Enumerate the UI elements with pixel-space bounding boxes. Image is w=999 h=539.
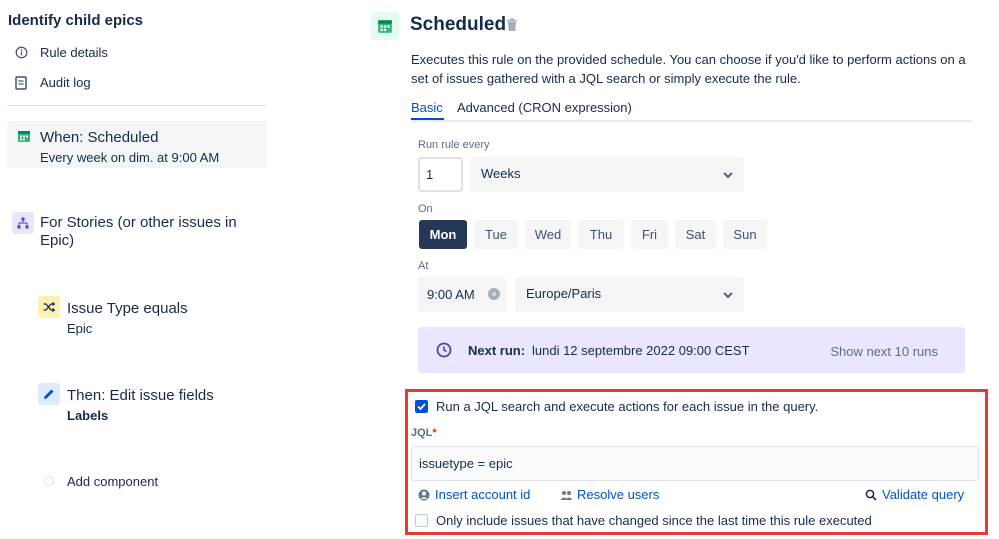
search-icon xyxy=(865,489,877,501)
timezone-select[interactable]: Europe/Paris xyxy=(515,277,744,312)
hierarchy-icon xyxy=(12,212,34,234)
validate-query-label: Validate query xyxy=(882,487,965,502)
timezone-value: Europe/Paris xyxy=(526,286,602,301)
day-sat[interactable]: Sat xyxy=(675,220,716,249)
jql-input[interactable]: issuetype = epic xyxy=(411,446,979,481)
validate-query-button[interactable]: Validate query xyxy=(865,487,964,502)
at-label: At xyxy=(418,260,429,272)
run-jql-checkbox[interactable] xyxy=(415,400,428,413)
calendar-icon xyxy=(17,129,33,145)
condition-title: Issue Type equals xyxy=(67,300,188,317)
pencil-icon xyxy=(38,383,60,405)
tab-basic[interactable]: Basic xyxy=(411,100,443,115)
branch-title-line2: Epic) xyxy=(40,232,75,249)
action-subtitle: Labels xyxy=(67,408,109,423)
nav-rule-details[interactable]: Rule details xyxy=(14,45,108,60)
insert-account-id-label: Insert account id xyxy=(435,487,531,502)
only-changed-label: Only include issues that have changed si… xyxy=(436,513,872,528)
next-run-panel: Next run: lundi 12 septembre 2022 09:00 … xyxy=(418,327,965,373)
action-title: Then: Edit issue fields xyxy=(67,387,214,404)
trash-icon[interactable] xyxy=(506,18,520,34)
next-run-value: lundi 12 septembre 2022 09:00 CEST xyxy=(532,343,750,358)
only-changed-checkbox[interactable] xyxy=(415,514,428,527)
interval-unit-value: Weeks xyxy=(481,166,521,181)
required-marker: * xyxy=(432,427,437,439)
day-tue[interactable]: Tue xyxy=(474,220,518,249)
info-icon xyxy=(14,46,28,60)
trigger-component[interactable]: When: Scheduled Every week on dim. at 9:… xyxy=(7,121,267,168)
chevron-down-icon xyxy=(722,289,734,301)
rule-title: Identify child epics xyxy=(8,12,144,29)
next-run-label: Next run: xyxy=(468,343,526,358)
time-value: 9:00 AM xyxy=(427,287,475,302)
branch-component[interactable]: For Stories (or other issues in Epic) xyxy=(0,205,275,255)
day-sun[interactable]: Sun xyxy=(723,220,767,249)
day-thu[interactable]: Thu xyxy=(578,220,624,249)
trigger-title: When: Scheduled xyxy=(40,129,159,146)
interval-unit-select[interactable]: Weeks xyxy=(470,157,744,192)
rule-sidebar: Identify child epics Rule details Audit … xyxy=(0,0,275,539)
shuffle-icon xyxy=(38,296,60,318)
resolve-users-button[interactable]: Resolve users xyxy=(560,487,659,502)
schedule-tabs: Basic Advanced (CRON expression) xyxy=(411,98,972,122)
insert-account-id-button[interactable]: Insert account id xyxy=(418,487,530,502)
run-every-label: Run rule every xyxy=(418,139,490,151)
tab-active-indicator xyxy=(411,118,444,120)
resolve-users-label: Resolve users xyxy=(577,487,660,502)
sidebar-divider xyxy=(7,105,267,106)
add-component-label: Add component xyxy=(67,474,159,489)
branch-title-line1: For Stories (or other issues in xyxy=(40,214,237,231)
condition-component[interactable]: Issue Type equals Epic xyxy=(30,290,270,338)
jql-label-text: JQL xyxy=(411,427,433,439)
add-circle-icon xyxy=(44,476,54,486)
time-input[interactable]: 9:00 AM × xyxy=(418,277,507,312)
nav-audit-log[interactable]: Audit log xyxy=(14,75,91,90)
tab-advanced[interactable]: Advanced (CRON expression) xyxy=(457,100,632,115)
jql-field-label: JQL* xyxy=(411,427,437,439)
page-title: Scheduled xyxy=(410,14,507,35)
user-icon xyxy=(418,489,430,501)
interval-input[interactable]: 1 xyxy=(418,157,463,192)
scheduled-icon xyxy=(371,12,399,40)
nav-audit-log-label: Audit log xyxy=(40,75,91,90)
day-wed[interactable]: Wed xyxy=(525,220,571,249)
day-fri[interactable]: Fri xyxy=(631,220,668,249)
condition-subtitle: Epic xyxy=(67,321,93,336)
run-jql-label: Run a JQL search and execute actions for… xyxy=(436,399,819,414)
add-component-button[interactable]: Add component xyxy=(40,472,240,492)
day-mon[interactable]: Mon xyxy=(419,220,467,249)
clear-icon[interactable]: × xyxy=(488,288,500,300)
trigger-subtitle: Every week on dim. at 9:00 AM xyxy=(40,150,220,165)
show-next-runs-button[interactable]: Show next 10 runs xyxy=(830,344,938,359)
action-component[interactable]: Then: Edit issue fields Labels xyxy=(30,377,270,425)
clock-icon xyxy=(436,342,452,358)
nav-rule-details-label: Rule details xyxy=(40,45,108,60)
on-label: On xyxy=(418,203,433,215)
document-icon xyxy=(14,75,28,90)
chevron-down-icon xyxy=(722,169,734,181)
rule-description: Executes this rule on the provided sched… xyxy=(411,52,966,86)
users-icon xyxy=(560,489,573,501)
